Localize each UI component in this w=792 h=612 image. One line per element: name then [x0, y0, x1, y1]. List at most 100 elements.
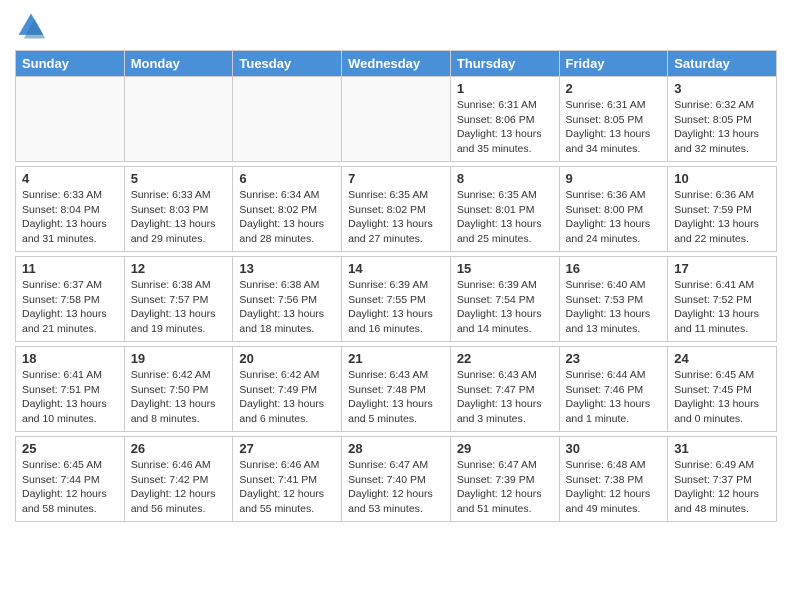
week-row-1: 1 Sunrise: 6:31 AM Sunset: 8:06 PM Daylig…	[16, 77, 777, 162]
calendar-cell: 31 Sunrise: 6:49 AM Sunset: 7:37 PM Dayli…	[668, 437, 777, 522]
day-info: Sunrise: 6:36 AM Sunset: 8:00 PM Dayligh…	[566, 188, 662, 247]
day-header-sunday: Sunday	[16, 51, 125, 77]
calendar-cell: 15 Sunrise: 6:39 AM Sunset: 7:54 PM Dayli…	[450, 257, 559, 342]
calendar-cell: 18 Sunrise: 6:41 AM Sunset: 7:51 PM Dayli…	[16, 347, 125, 432]
day-header-saturday: Saturday	[668, 51, 777, 77]
day-info: Sunrise: 6:41 AM Sunset: 7:52 PM Dayligh…	[674, 278, 770, 337]
calendar-cell: 24 Sunrise: 6:45 AM Sunset: 7:45 PM Dayli…	[668, 347, 777, 432]
day-info: Sunrise: 6:45 AM Sunset: 7:45 PM Dayligh…	[674, 368, 770, 427]
day-number: 20	[239, 351, 335, 366]
day-number: 6	[239, 171, 335, 186]
day-number: 29	[457, 441, 553, 456]
day-number: 4	[22, 171, 118, 186]
page-header	[15, 10, 777, 42]
day-number: 8	[457, 171, 553, 186]
day-info: Sunrise: 6:39 AM Sunset: 7:54 PM Dayligh…	[457, 278, 553, 337]
day-number: 3	[674, 81, 770, 96]
calendar-cell: 8 Sunrise: 6:35 AM Sunset: 8:01 PM Daylig…	[450, 167, 559, 252]
day-number: 14	[348, 261, 444, 276]
calendar-cell	[124, 77, 233, 162]
calendar-cell: 4 Sunrise: 6:33 AM Sunset: 8:04 PM Daylig…	[16, 167, 125, 252]
day-header-tuesday: Tuesday	[233, 51, 342, 77]
day-info: Sunrise: 6:34 AM Sunset: 8:02 PM Dayligh…	[239, 188, 335, 247]
day-number: 26	[131, 441, 227, 456]
day-header-monday: Monday	[124, 51, 233, 77]
calendar-cell: 7 Sunrise: 6:35 AM Sunset: 8:02 PM Daylig…	[342, 167, 451, 252]
day-info: Sunrise: 6:46 AM Sunset: 7:41 PM Dayligh…	[239, 458, 335, 517]
day-number: 15	[457, 261, 553, 276]
calendar-cell: 3 Sunrise: 6:32 AM Sunset: 8:05 PM Daylig…	[668, 77, 777, 162]
day-number: 17	[674, 261, 770, 276]
calendar-cell: 27 Sunrise: 6:46 AM Sunset: 7:41 PM Dayli…	[233, 437, 342, 522]
day-info: Sunrise: 6:31 AM Sunset: 8:06 PM Dayligh…	[457, 98, 553, 157]
calendar-cell: 13Sunrise: 6:38 AM Sunset: 7:56 PM Dayli…	[233, 257, 342, 342]
week-row-4: 18 Sunrise: 6:41 AM Sunset: 7:51 PM Dayli…	[16, 347, 777, 432]
day-info: Sunrise: 6:31 AM Sunset: 8:05 PM Dayligh…	[566, 98, 662, 157]
day-number: 21	[348, 351, 444, 366]
calendar-cell	[16, 77, 125, 162]
day-number: 28	[348, 441, 444, 456]
day-info: Sunrise: 6:44 AM Sunset: 7:46 PM Dayligh…	[566, 368, 662, 427]
calendar-header-row: SundayMondayTuesdayWednesdayThursdayFrid…	[16, 51, 777, 77]
calendar-cell: 11Sunrise: 6:37 AM Sunset: 7:58 PM Dayli…	[16, 257, 125, 342]
day-info: Sunrise: 6:43 AM Sunset: 7:47 PM Dayligh…	[457, 368, 553, 427]
day-number: 19	[131, 351, 227, 366]
day-info: Sunrise: 6:36 AM Sunset: 7:59 PM Dayligh…	[674, 188, 770, 247]
day-number: 23	[566, 351, 662, 366]
day-number: 25	[22, 441, 118, 456]
day-number: 12	[131, 261, 227, 276]
calendar-cell: 22Sunrise: 6:43 AM Sunset: 7:47 PM Dayli…	[450, 347, 559, 432]
day-number: 10	[674, 171, 770, 186]
calendar-cell: 12 Sunrise: 6:38 AM Sunset: 7:57 PM Dayli…	[124, 257, 233, 342]
day-info: Sunrise: 6:47 AM Sunset: 7:39 PM Dayligh…	[457, 458, 553, 517]
calendar-cell: 26 Sunrise: 6:46 AM Sunset: 7:42 PM Dayli…	[124, 437, 233, 522]
day-number: 31	[674, 441, 770, 456]
day-number: 27	[239, 441, 335, 456]
calendar-cell: 5 Sunrise: 6:33 AM Sunset: 8:03 PM Daylig…	[124, 167, 233, 252]
day-info: Sunrise: 6:40 AM Sunset: 7:53 PM Dayligh…	[566, 278, 662, 337]
week-row-3: 11Sunrise: 6:37 AM Sunset: 7:58 PM Dayli…	[16, 257, 777, 342]
calendar-cell: 2 Sunrise: 6:31 AM Sunset: 8:05 PM Daylig…	[559, 77, 668, 162]
calendar-cell: 30Sunrise: 6:48 AM Sunset: 7:38 PM Dayli…	[559, 437, 668, 522]
day-info: Sunrise: 6:43 AM Sunset: 7:48 PM Dayligh…	[348, 368, 444, 427]
day-info: Sunrise: 6:32 AM Sunset: 8:05 PM Dayligh…	[674, 98, 770, 157]
calendar-cell	[233, 77, 342, 162]
day-number: 2	[566, 81, 662, 96]
day-number: 16	[566, 261, 662, 276]
day-info: Sunrise: 6:46 AM Sunset: 7:42 PM Dayligh…	[131, 458, 227, 517]
day-info: Sunrise: 6:49 AM Sunset: 7:37 PM Dayligh…	[674, 458, 770, 517]
week-row-2: 4 Sunrise: 6:33 AM Sunset: 8:04 PM Daylig…	[16, 167, 777, 252]
day-number: 7	[348, 171, 444, 186]
day-info: Sunrise: 6:45 AM Sunset: 7:44 PM Dayligh…	[22, 458, 118, 517]
calendar-cell: 23 Sunrise: 6:44 AM Sunset: 7:46 PM Dayli…	[559, 347, 668, 432]
calendar-cell: 6 Sunrise: 6:34 AM Sunset: 8:02 PM Daylig…	[233, 167, 342, 252]
day-info: Sunrise: 6:35 AM Sunset: 8:02 PM Dayligh…	[348, 188, 444, 247]
day-number: 11	[22, 261, 118, 276]
calendar-cell: 14 Sunrise: 6:39 AM Sunset: 7:55 PM Dayli…	[342, 257, 451, 342]
day-header-thursday: Thursday	[450, 51, 559, 77]
calendar-cell: 20Sunrise: 6:42 AM Sunset: 7:49 PM Dayli…	[233, 347, 342, 432]
calendar-cell: 1 Sunrise: 6:31 AM Sunset: 8:06 PM Daylig…	[450, 77, 559, 162]
day-number: 1	[457, 81, 553, 96]
logo	[15, 10, 51, 42]
day-info: Sunrise: 6:33 AM Sunset: 8:03 PM Dayligh…	[131, 188, 227, 247]
day-number: 18	[22, 351, 118, 366]
calendar-cell: 16 Sunrise: 6:40 AM Sunset: 7:53 PM Dayli…	[559, 257, 668, 342]
day-info: Sunrise: 6:38 AM Sunset: 7:57 PM Dayligh…	[131, 278, 227, 337]
calendar-cell: 28 Sunrise: 6:47 AM Sunset: 7:40 PM Dayli…	[342, 437, 451, 522]
day-info: Sunrise: 6:33 AM Sunset: 8:04 PM Dayligh…	[22, 188, 118, 247]
day-info: Sunrise: 6:42 AM Sunset: 7:50 PM Dayligh…	[131, 368, 227, 427]
day-info: Sunrise: 6:38 AM Sunset: 7:56 PM Dayligh…	[239, 278, 335, 337]
day-info: Sunrise: 6:47 AM Sunset: 7:40 PM Dayligh…	[348, 458, 444, 517]
calendar-cell: 9Sunrise: 6:36 AM Sunset: 8:00 PM Daylig…	[559, 167, 668, 252]
calendar-cell: 10 Sunrise: 6:36 AM Sunset: 7:59 PM Dayli…	[668, 167, 777, 252]
day-info: Sunrise: 6:35 AM Sunset: 8:01 PM Dayligh…	[457, 188, 553, 247]
calendar-cell: 21 Sunrise: 6:43 AM Sunset: 7:48 PM Dayli…	[342, 347, 451, 432]
day-info: Sunrise: 6:39 AM Sunset: 7:55 PM Dayligh…	[348, 278, 444, 337]
day-number: 24	[674, 351, 770, 366]
day-info: Sunrise: 6:41 AM Sunset: 7:51 PM Dayligh…	[22, 368, 118, 427]
calendar-table: SundayMondayTuesdayWednesdayThursdayFrid…	[15, 50, 777, 522]
calendar-cell: 17 Sunrise: 6:41 AM Sunset: 7:52 PM Dayli…	[668, 257, 777, 342]
week-row-5: 25 Sunrise: 6:45 AM Sunset: 7:44 PM Dayli…	[16, 437, 777, 522]
day-number: 5	[131, 171, 227, 186]
